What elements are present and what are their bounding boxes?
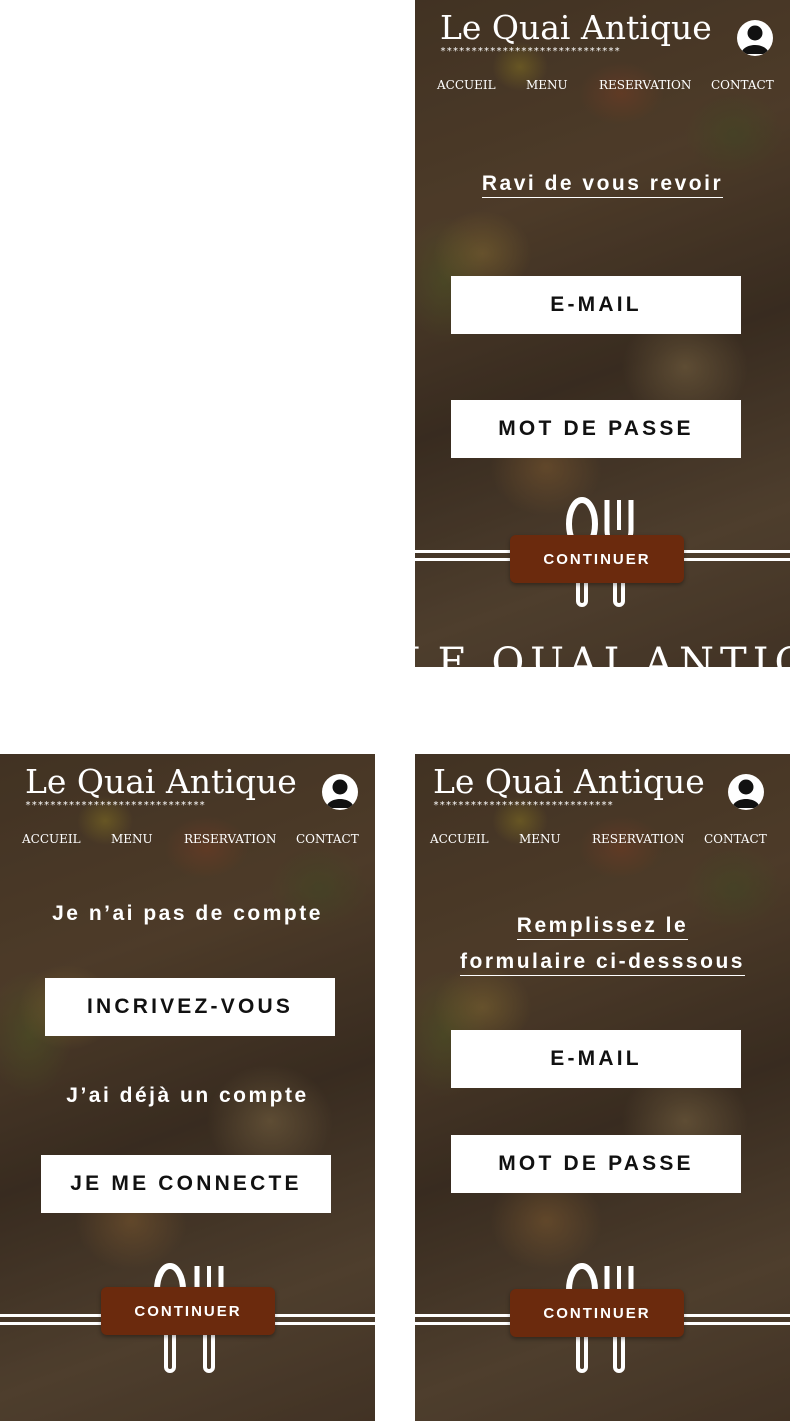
- nav-item-menu[interactable]: MENU: [111, 832, 153, 846]
- main-nav: ACCUEIL MENU RESERVATION CONTACT: [0, 832, 375, 848]
- nav-item-menu[interactable]: MENU: [526, 78, 568, 92]
- password-field[interactable]: MOT DE PASSE: [451, 400, 741, 458]
- nav-item-reservation[interactable]: RESERVATION: [599, 78, 691, 92]
- login-screen: Le Quai Antique ************************…: [415, 0, 790, 667]
- continue-button[interactable]: CONTINUER: [101, 1287, 275, 1335]
- nav-item-reservation[interactable]: RESERVATION: [184, 832, 276, 846]
- nav-item-accueil[interactable]: ACCUEIL: [437, 78, 496, 92]
- login-heading: Ravi de vous revoir: [415, 172, 790, 198]
- continue-button[interactable]: CONTINUER: [510, 535, 684, 583]
- login-heading-text: Ravi de vous revoir: [481, 172, 724, 198]
- brand-stars: *****************************: [440, 46, 621, 57]
- has-account-text: J’ai déjà un compte: [66, 1084, 309, 1107]
- brand-title[interactable]: Le Quai Antique: [25, 762, 297, 802]
- user-account-icon[interactable]: [737, 20, 773, 56]
- nav-item-accueil[interactable]: ACCUEIL: [22, 832, 81, 846]
- continue-button[interactable]: CONTINUER: [510, 1289, 684, 1337]
- login-button[interactable]: JE ME CONNECTE: [41, 1155, 331, 1213]
- signup-button[interactable]: INCRIVEZ-VOUS: [45, 978, 335, 1036]
- brand-stars: *****************************: [433, 800, 614, 811]
- footer-brand-text: LE QUAI ANTIQUE: [415, 640, 790, 667]
- nav-item-contact[interactable]: CONTACT: [711, 78, 774, 92]
- user-account-icon[interactable]: [728, 774, 764, 810]
- nav-item-menu[interactable]: MENU: [519, 832, 561, 846]
- brand-stars: *****************************: [25, 800, 206, 811]
- nav-item-contact[interactable]: CONTACT: [296, 832, 359, 846]
- brand-title[interactable]: Le Quai Antique: [440, 8, 712, 48]
- email-field[interactable]: E-MAIL: [451, 276, 741, 334]
- signup-heading: Remplissez le formulaire ci-desssous: [415, 908, 790, 980]
- signup-heading-line1: Remplissez le: [516, 914, 689, 940]
- nav-item-reservation[interactable]: RESERVATION: [592, 832, 684, 846]
- signup-heading-line2: formulaire ci-desssous: [460, 950, 745, 976]
- main-nav: ACCUEIL MENU RESERVATION CONTACT: [415, 832, 790, 848]
- no-account-text: Je n’ai pas de compte: [52, 902, 323, 925]
- main-nav: ACCUEIL MENU RESERVATION CONTACT: [415, 78, 790, 94]
- account-choice-screen: Le Quai Antique ************************…: [0, 754, 375, 1421]
- email-field[interactable]: E-MAIL: [451, 1030, 741, 1088]
- nav-item-accueil[interactable]: ACCUEIL: [430, 832, 489, 846]
- password-field[interactable]: MOT DE PASSE: [451, 1135, 741, 1193]
- nav-item-contact[interactable]: CONTACT: [704, 832, 767, 846]
- user-account-icon[interactable]: [322, 774, 358, 810]
- brand-title[interactable]: Le Quai Antique: [433, 762, 705, 802]
- signup-screen: Le Quai Antique ************************…: [415, 754, 790, 1421]
